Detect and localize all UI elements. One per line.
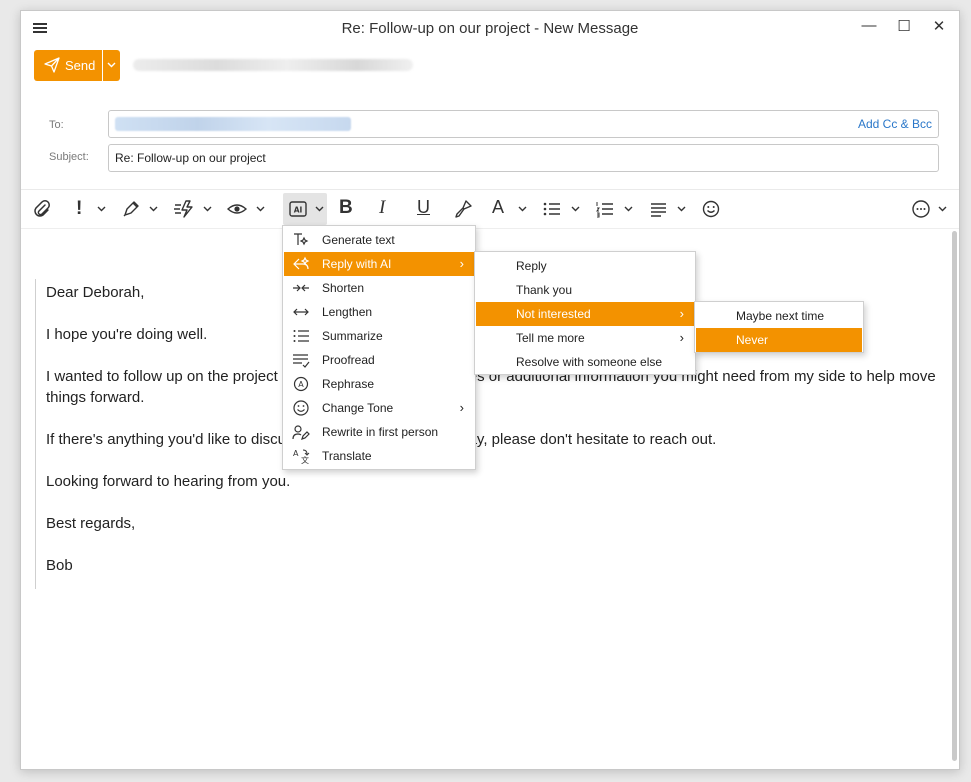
header-divider <box>21 189 959 190</box>
toolbar-divider <box>21 228 959 229</box>
rephrase-icon: A <box>292 376 310 392</box>
signature-icon[interactable] <box>121 199 141 221</box>
menu-item-rewrite-first-person[interactable]: Rewrite in first person <box>284 420 474 444</box>
chevron-down-icon <box>315 206 324 212</box>
font-color-icon[interactable]: A <box>492 197 504 219</box>
title-bar: Re: Follow-up on our project - New Messa… <box>21 11 959 45</box>
send-label: Send <box>65 58 96 73</box>
generate-text-icon <box>292 232 310 248</box>
chevron-down-icon <box>256 206 265 212</box>
chevron-down-icon <box>97 206 106 212</box>
menu-item-lengthen[interactable]: Lengthen <box>284 300 474 324</box>
chevron-down-icon <box>624 206 633 212</box>
menu-item-reply[interactable]: Reply <box>476 254 694 278</box>
menu-item-change-tone[interactable]: Change Tone › <box>284 396 474 420</box>
menu-item-shorten[interactable]: Shorten <box>284 276 474 300</box>
window-title: Re: Follow-up on our project - New Messa… <box>341 20 639 37</box>
chevron-down-icon <box>938 206 947 212</box>
menu-item-translate[interactable]: A文 Translate <box>284 444 474 468</box>
menu-item-rephrase[interactable]: A Rephrase <box>284 372 474 396</box>
reply-with-ai-submenu: Reply Thank you Not interested › Tell me… <box>474 251 696 375</box>
menu-item-summarize[interactable]: Summarize <box>284 324 474 348</box>
reply-ai-icon <box>292 256 310 272</box>
first-person-icon <box>292 424 310 440</box>
menu-item-reply-with-ai[interactable]: Reply with AI › <box>284 252 474 276</box>
importance-icon[interactable]: ! <box>76 198 82 220</box>
menu-item-resolve-with-someone-else[interactable]: Resolve with someone else <box>476 350 694 374</box>
italic-icon[interactable]: I <box>379 197 385 219</box>
tone-icon <box>292 400 310 416</box>
menu-item-not-interested[interactable]: Not interested › <box>476 302 694 326</box>
menu-item-tell-me-more[interactable]: Tell me more › <box>476 326 694 350</box>
svg-text:A: A <box>293 449 299 458</box>
menu-item-thank-you[interactable]: Thank you <box>476 278 694 302</box>
attach-icon[interactable] <box>33 199 51 221</box>
underline-icon[interactable]: U <box>417 197 430 219</box>
more-options-icon[interactable] <box>911 199 931 221</box>
from-account-redacted[interactable] <box>133 59 413 71</box>
not-interested-submenu: Maybe next time Never <box>694 301 864 353</box>
send-icon <box>44 57 60 76</box>
shorten-icon <box>292 280 310 296</box>
format-toolbar: ! AI B I U A <box>21 195 959 225</box>
menu-item-maybe-next-time[interactable]: Maybe next time <box>696 304 862 328</box>
quick-parts-icon[interactable] <box>173 199 195 221</box>
maximize-button[interactable]: ☐ <box>894 17 914 35</box>
chevron-down-icon <box>149 206 158 212</box>
compose-window: Re: Follow-up on our project - New Messa… <box>20 10 960 770</box>
minimize-button[interactable]: — <box>859 17 879 34</box>
translate-icon: A文 <box>292 448 310 465</box>
body-paragraph: If there's anything you'd like to discus… <box>46 431 717 448</box>
subject-label: Subject: <box>49 151 89 163</box>
format-painter-icon[interactable] <box>453 199 473 221</box>
send-button[interactable]: Send <box>34 50 102 81</box>
summarize-icon <box>292 328 310 344</box>
chevron-right-icon: › <box>679 330 684 345</box>
svg-text:文: 文 <box>301 455 309 464</box>
chevron-down-icon <box>677 206 686 212</box>
chevron-down-icon <box>203 206 212 212</box>
to-field[interactable]: Add Cc & Bcc <box>108 110 939 138</box>
numbered-list-icon[interactable] <box>595 199 615 221</box>
chevron-down-icon <box>107 62 116 68</box>
chevron-down-icon <box>518 206 527 212</box>
body-paragraph: Looking forward to hearing from you. <box>46 473 291 490</box>
lengthen-icon <box>292 304 310 320</box>
proofread-icon <box>292 352 310 368</box>
bold-icon[interactable]: B <box>339 197 353 219</box>
ai-menu: Generate text Reply with AI › Shorten Le… <box>282 225 476 470</box>
chevron-right-icon: › <box>459 256 464 271</box>
chevron-right-icon: › <box>679 306 684 321</box>
close-button[interactable]: ✕ <box>929 17 949 35</box>
add-cc-bcc-link[interactable]: Add Cc & Bcc <box>858 117 932 131</box>
to-label: To: <box>49 119 64 131</box>
recipient-redacted <box>115 117 351 131</box>
preview-icon[interactable] <box>227 199 247 221</box>
menu-item-never[interactable]: Never <box>696 328 862 352</box>
svg-text:A: A <box>298 380 304 389</box>
menu-item-proofread[interactable]: Proofread <box>284 348 474 372</box>
body-paragraph: Best regards, <box>46 515 136 532</box>
align-icon[interactable] <box>649 199 669 221</box>
emoji-icon[interactable] <box>701 199 721 221</box>
vertical-scrollbar[interactable] <box>952 231 957 761</box>
chevron-right-icon: › <box>459 400 464 415</box>
chevron-down-icon <box>571 206 580 212</box>
svg-text:AI: AI <box>294 206 303 215</box>
send-options-button[interactable] <box>103 50 120 81</box>
bullet-list-icon[interactable] <box>542 199 562 221</box>
menu-item-generate-text[interactable]: Generate text <box>284 228 474 252</box>
ai-assist-icon[interactable]: AI <box>288 199 308 221</box>
quote-border <box>35 279 36 589</box>
subject-field[interactable]: Re: Follow-up on our project <box>108 144 939 172</box>
subject-value: Re: Follow-up on our project <box>115 151 266 165</box>
body-paragraph: Bob <box>46 557 73 574</box>
